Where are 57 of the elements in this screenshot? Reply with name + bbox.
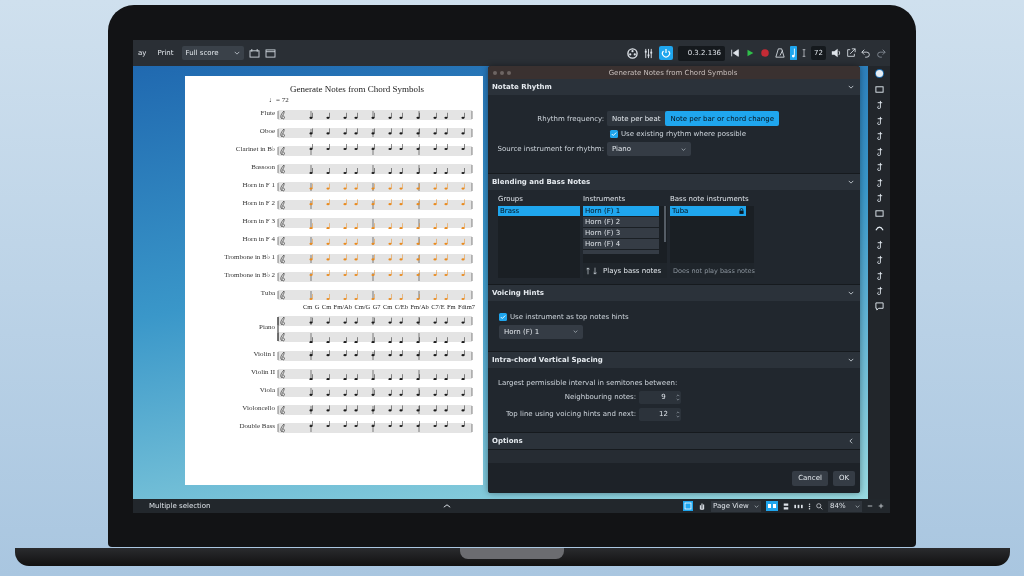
undo-icon[interactable]	[861, 48, 871, 58]
palette-icon[interactable]	[874, 162, 884, 171]
window-control-dot[interactable]	[507, 70, 511, 75]
checkbox[interactable]	[610, 130, 618, 138]
stacked-pages-icon[interactable]	[783, 501, 789, 511]
hand-icon[interactable]	[698, 502, 706, 510]
chevron-icon	[848, 84, 854, 90]
arrow-up-icon[interactable]	[586, 266, 590, 275]
chevron-down-icon	[855, 504, 860, 508]
checkmark-icon	[611, 131, 617, 137]
external-link-icon[interactable]	[846, 48, 856, 58]
reel-icon[interactable]	[626, 47, 638, 59]
note-input-icon[interactable]	[790, 45, 798, 61]
chevron-down-icon	[573, 330, 578, 333]
checkmark-icon	[500, 313, 506, 320]
palette-icon[interactable]	[874, 177, 884, 187]
zoom-in-icon[interactable]	[878, 503, 884, 509]
palette-icon[interactable]	[874, 239, 884, 249]
cursor-icon	[802, 48, 807, 58]
caret-up-icon[interactable]	[442, 504, 451, 508]
chevron-icon	[848, 290, 854, 296]
chevron-down-icon	[233, 51, 240, 55]
window-control-dot[interactable]	[493, 70, 497, 75]
palette-icon[interactable]	[874, 100, 884, 109]
speaker-icon[interactable]	[831, 48, 841, 58]
redo-icon[interactable]	[876, 48, 886, 58]
more-icon[interactable]	[808, 501, 811, 511]
two-pages-icon[interactable]	[766, 501, 778, 511]
checkbox[interactable]	[499, 312, 507, 321]
palette-icon[interactable]	[874, 193, 884, 202]
page-icon[interactable]	[248, 48, 260, 58]
palette-icon[interactable]	[874, 255, 884, 264]
window-icon[interactable]	[264, 48, 276, 58]
search-icon[interactable]	[816, 502, 823, 510]
mixer-icon[interactable]	[642, 47, 654, 59]
rewind-icon[interactable]	[730, 48, 741, 58]
chevron-down-icon	[754, 504, 759, 508]
power-icon[interactable]	[658, 46, 673, 60]
zoom-out-icon[interactable]	[867, 503, 873, 509]
palette-icon[interactable]	[874, 131, 884, 140]
scrollbar[interactable]	[664, 206, 666, 242]
chevron-icon	[848, 179, 854, 185]
lock-icon	[739, 208, 744, 214]
record-icon[interactable]	[760, 48, 771, 58]
score-title: Generate Notes from Chord Symbols	[289, 84, 425, 94]
columns-icon[interactable]	[794, 503, 803, 509]
palette-icon[interactable]	[874, 115, 884, 125]
window-control-dot[interactable]	[500, 70, 504, 75]
metronome-icon[interactable]	[775, 48, 786, 58]
chevron-icon	[848, 438, 854, 444]
arrow-down-icon[interactable]	[593, 266, 597, 275]
palette-icon[interactable]	[874, 286, 884, 295]
chevron-down-icon	[681, 147, 686, 151]
chevron-icon	[848, 357, 854, 363]
palette-icon[interactable]	[874, 301, 884, 311]
palette-icon[interactable]	[874, 146, 884, 156]
palette-icon[interactable]	[874, 270, 884, 280]
